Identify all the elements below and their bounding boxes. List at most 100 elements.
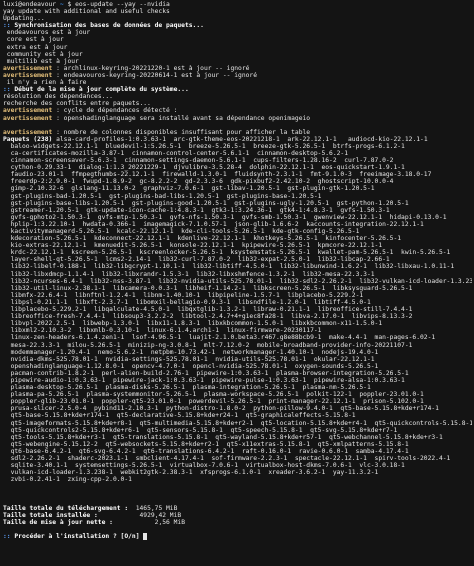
output-line: modemmanager-1.20.4-1 nemo-5.6.2-1 netpb… bbox=[3, 349, 472, 356]
output-text: community est à jour bbox=[3, 50, 83, 58]
output-line: qt6-base-6.4.2-1 qt6-svg-6.4.2-1 qt6-tra… bbox=[3, 448, 472, 455]
output-line: Taille totale installée : 4929,42 MiB bbox=[3, 512, 472, 519]
warning-label: avertissement bbox=[3, 107, 53, 115]
output-line: libplacebo-5.229.2-1 libqalculate-4.5.0-… bbox=[3, 306, 472, 313]
package-list-text: kdecoration-5.26.5-1 kdeconnect-22.12.1-… bbox=[3, 235, 402, 243]
size-total-value: 4929,42 MiB bbox=[97, 511, 182, 519]
output-text: yay update with additional and useful ch… bbox=[3, 8, 170, 16]
package-list-text: pacman-contrib-1.8.2-1 perl-alien-build-… bbox=[3, 369, 409, 377]
package-list-text: baloo-widgets-22.12.1-1 bluedevil-1:5.26… bbox=[3, 142, 405, 150]
package-list-text: qt6-base-6.4.2-1 qt6-svg-6.4.2-1 qt6-tra… bbox=[3, 447, 409, 455]
terminal-output: yay update with additional and useful ch… bbox=[3, 8, 472, 541]
warning-label: avertissement bbox=[3, 114, 53, 122]
packages-label: Paquets (238) bbox=[3, 135, 53, 143]
package-list-text: libvpl-2022.2.5-1 libwebp-1.3.0-1 libx11… bbox=[3, 320, 383, 328]
output-line: kactivitymanagerd-5.26.5-1 kcalc-22.12.1… bbox=[3, 228, 472, 235]
output-line: :: Début de la mise à jour complète du s… bbox=[3, 86, 472, 93]
output-line: avertissement : openshadinglanguage sera… bbox=[3, 115, 472, 122]
terminal-window[interactable]: luxi@endeavour ~ $ eos-update --yay --nv… bbox=[0, 0, 474, 566]
output-line: résolution des dépendances... bbox=[3, 93, 472, 100]
output-line: sdl2-2.26.2-1 shaderc-2023.1-1 smbclient… bbox=[3, 455, 472, 462]
package-list-text: qt5-webengine-5.15.12-2 qt5-websockets-5… bbox=[3, 440, 409, 448]
output-line: gstreamer-1.20.5-1 gtk-update-icon-cache… bbox=[3, 207, 472, 214]
package-list-text: qt5-quickcontrols2-5.15.8+kde+r6-1 qt5-s… bbox=[3, 426, 398, 434]
package-list-text: openshadinglanguage-1.12.8.0-1 opencv-4.… bbox=[3, 362, 379, 370]
package-list-text: modemmanager-1.20.4-1 nemo-5.6.2-1 netpb… bbox=[3, 348, 379, 356]
warning-label: avertissement bbox=[3, 64, 53, 72]
output-line: libvpl-2022.2.5-1 libwebp-1.3.0-1 libx11… bbox=[3, 320, 472, 327]
output-line: qt5-quickcontrols2-5.15.8+kde+r6-1 qt5-s… bbox=[3, 427, 472, 434]
package-list-text: pipewire-audio-1:0.3.63-1 pipewire-jack-… bbox=[3, 376, 405, 384]
output-line: lib32-libxdmcp-1.1.4-1 lib32-libxrandr-1… bbox=[3, 271, 472, 278]
output-text: multilib est à jour bbox=[3, 57, 79, 65]
output-line: libxml2-2.10.3-2 libxmlb-0.3.10-1 linux-… bbox=[3, 327, 472, 334]
output-line: gst-plugins-bad-1.20.5-1 gst-plugins-bad… bbox=[3, 193, 472, 200]
size-total-label: Taille totale installée : bbox=[3, 511, 98, 519]
warning-text: : openshadinglanguage sera installé avan… bbox=[52, 114, 311, 122]
output-line: cinnamon-screensaver-5.6.3-1 cinnamon-se… bbox=[3, 157, 472, 164]
output-line: sqlite-3.40.1-1 systemsettings-5.26.5-1 … bbox=[3, 462, 472, 469]
output-text: extra est à jour bbox=[3, 43, 68, 51]
output-line: gvfs-gphoto2-1.50.3-1 gvfs-mtp-1.50.3-1 … bbox=[3, 214, 472, 221]
output-line: Taille totale du téléchargement : 1465,7… bbox=[3, 505, 472, 512]
output-line: faudio-23.01-1 ffmpegthumbs-22.12.1-1 fi… bbox=[3, 171, 472, 178]
output-line: qt5-webengine-5.15.12-2 qt5-websockets-5… bbox=[3, 441, 472, 448]
output-line: yay update with additional and useful ch… bbox=[3, 8, 472, 15]
package-list-text: qt5-imageformats-5.15.8+kde+r8-1 qt5-mul… bbox=[3, 419, 472, 427]
package-list-text: layer-shell-qt-5.26.5-1 lcms2-2.14-1 lib… bbox=[3, 256, 390, 264]
question-arrow: :: bbox=[3, 533, 15, 541]
output-line: kio-extras-22.12.1-1 kmenuedit-5.26.5-1 … bbox=[3, 242, 472, 249]
package-list-text: gvfs-gphoto2-1.50.3-1 gvfs-mtp-1.50.3-1 … bbox=[3, 213, 447, 221]
output-line: pacman-contrib-1.8.2-1 perl-alien-build-… bbox=[3, 370, 472, 377]
output-line: il n'y a rien à faire bbox=[3, 79, 472, 86]
size-total-value: 1465,75 MiB bbox=[128, 504, 178, 512]
package-list-text: cython-0.29.33-1 dialog-1:1.3_20221229-1… bbox=[3, 164, 405, 172]
output-line: kdecoration-5.26.5-1 kdeconnect-22.12.1-… bbox=[3, 235, 472, 242]
output-line: libreoffice-fresh-7.4.4-1 libsoup3-3.2.2… bbox=[3, 313, 472, 320]
size-total-label: Taille totale du téléchargement : bbox=[3, 504, 129, 512]
package-list-text: sqlite-3.40.1-1 systemsettings-5.26.5-1 … bbox=[3, 462, 405, 470]
section-arrow: :: bbox=[3, 22, 15, 30]
output-line: avertissement : endeavouros-keyring-2022… bbox=[3, 72, 472, 79]
package-list-text: linux-zen-headers-6.1.4.zen1-1 lsof-4.96… bbox=[3, 334, 436, 342]
warning-label: avertissement bbox=[3, 128, 53, 136]
package-list-text: gst-plugins-base-libs-1.20.5-1 gst-plugi… bbox=[3, 199, 409, 207]
package-list-text: lib32-ncurses-6.4-1 lib32-nss-3.87-1 lib… bbox=[3, 277, 472, 285]
output-line: qt5-tools-5.15.8+kde+r3-1 qt5-translatio… bbox=[3, 434, 472, 441]
output-line: :: Synchronisation des bases de données … bbox=[3, 22, 472, 29]
package-list-text: cinnamon-screensaver-5.6.3-1 cinnamon-se… bbox=[3, 157, 394, 165]
package-list-text: libpsl-0.21.1-1 libxft-2.3.7-1 libomxil-… bbox=[3, 298, 371, 306]
output-line: poppler-glib-23.01.0-1 poppler-qt5-23.01… bbox=[3, 398, 472, 405]
package-list-text: hplip-1:3.22.10-1 hwdata-0.366-1 imagema… bbox=[3, 220, 424, 228]
output-line: lib32-util-linux-2.38.1-1 libcamera-0.0.… bbox=[3, 285, 472, 292]
output-line: ca-certificates-mozilla-3.87-1 cinnamon-… bbox=[3, 150, 472, 157]
package-list-text: vulkan-icd-loader-1.3.238-1 webkit2gtk-2… bbox=[3, 469, 379, 477]
package-list-text: mesa-22.3.3-1 milou-5.26.5-1 minizip-ng-… bbox=[3, 341, 413, 349]
output-line: qt5-base-5.15.8+kde+r174-1 qt5-declarati… bbox=[3, 412, 472, 419]
package-list-text: sdl2-2.26.2-1 shaderc-2023.1-1 smbclient… bbox=[3, 455, 451, 462]
package-list-text: lib32-libxdmcp-1.1.4-1 lib32-libxrandr-1… bbox=[3, 270, 375, 278]
package-list-text: ca-certificates-mozilla-3.87-1 cinnamon-… bbox=[3, 149, 348, 157]
prompt-command: eos-update --yay --nvidia bbox=[75, 1, 170, 8]
package-list-text: freerdp-2:2.9.0-1 fwupd-1.8.9-2 gc-8.2.2… bbox=[3, 178, 394, 186]
output-text: core est à jour bbox=[3, 36, 64, 44]
output-line: avertissement : archlinux-keyring-202212… bbox=[3, 65, 472, 72]
output-line: plasma-pa-5.26.5-1 plasma-systemmonitor-… bbox=[3, 391, 472, 398]
package-list-text: lib32-libelf-0.188-1 lib32-libgcrypt-1.1… bbox=[3, 263, 455, 271]
package-list-text: kactivitymanagerd-5.26.5-1 kcalc-22.12.1… bbox=[3, 228, 360, 235]
output-text: il n'y a rien à faire bbox=[3, 79, 87, 87]
output-line: gst-plugins-base-libs-1.20.5-1 gst-plugi… bbox=[3, 200, 472, 207]
output-line: avertissement : nombre de colonnes dispo… bbox=[3, 129, 472, 136]
package-list-text: prusa-slicer-2.5.0-4 pybind11-2.10.3-1 p… bbox=[3, 405, 439, 413]
output-line: Taille de mise à jour nette : 2,56 MiB bbox=[3, 519, 472, 526]
text-cursor[interactable] bbox=[143, 533, 148, 541]
output-line: hplip-1:3.22.10-1 hwdata-0.366-1 imagema… bbox=[3, 221, 472, 228]
output-line: freerdp-2:2.9.0-1 fwupd-1.8.9-2 gc-8.2.2… bbox=[3, 178, 472, 185]
package-list-text: libreoffice-fresh-7.4.4-1 libsoup3-3.2.2… bbox=[3, 313, 413, 321]
package-list-text: qt5-base-5.15.8+kde+r174-1 qt5-declarati… bbox=[3, 412, 356, 420]
package-list-text: kio-extras-22.12.1-1 kmenuedit-5.26.5-1 … bbox=[3, 242, 383, 250]
prompt-line: luxi@endeavour ~ $ eos-update --yay --nv… bbox=[3, 1, 472, 8]
